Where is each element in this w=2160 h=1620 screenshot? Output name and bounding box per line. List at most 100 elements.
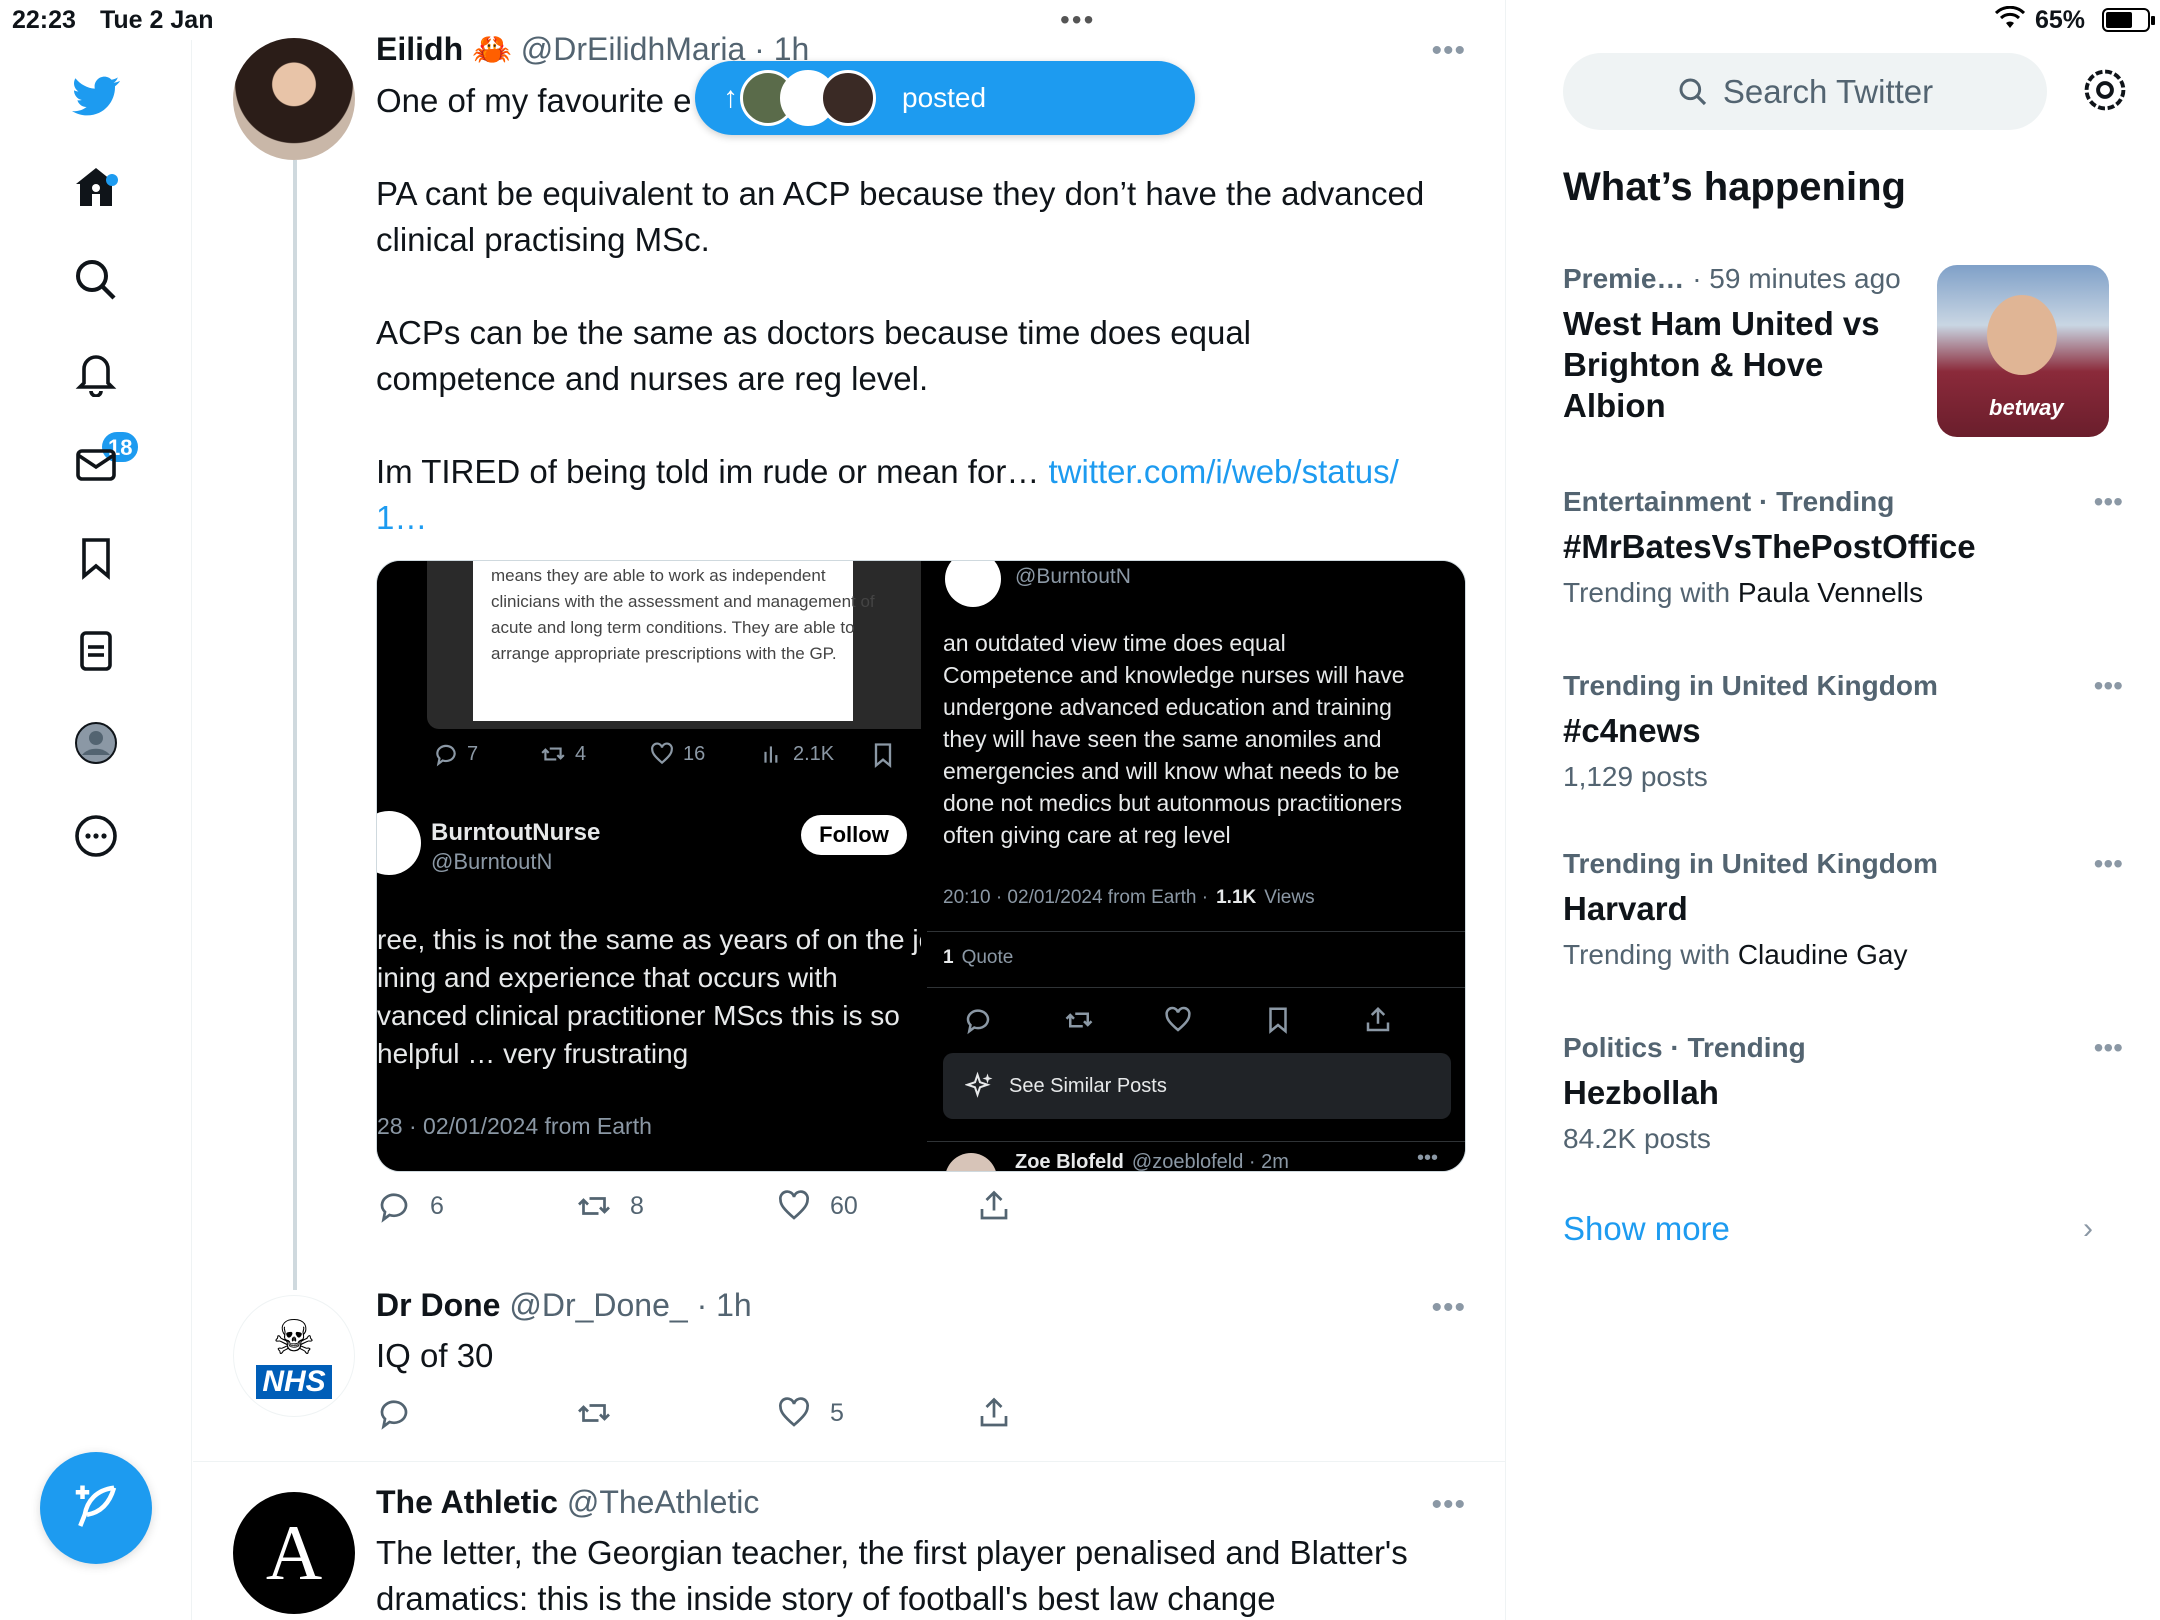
embedded-right-body: an outdated view time does equal Compete… bbox=[943, 630, 1405, 848]
trend-item[interactable]: Politics · Trending Hezbollah 84.2K post… bbox=[1563, 1032, 2123, 1155]
thread-line bbox=[293, 160, 297, 1290]
trend-item[interactable]: Entertainment · Trending #MrBatesVsThePo… bbox=[1563, 486, 2123, 609]
player-face bbox=[1987, 295, 2057, 375]
more-options-icon[interactable] bbox=[68, 808, 124, 864]
reply-button[interactable] bbox=[376, 1395, 412, 1431]
tweet-time: · 1h bbox=[696, 1287, 752, 1323]
media-image-left[interactable]: means they are able to work as independe… bbox=[377, 561, 921, 1171]
twitter-logo-icon[interactable] bbox=[68, 68, 124, 124]
embedded-right-meta: 20:10 · 02/01/2024 from Earth · 1.1K Vie… bbox=[943, 887, 1315, 909]
media-image-right[interactable]: @BurntoutN an outdated view time does eq… bbox=[927, 561, 1465, 1172]
author-handle[interactable]: @DrEilidhMaria bbox=[521, 31, 746, 67]
trend-item[interactable]: Premie… · 59 minutes ago West Ham United… bbox=[1563, 263, 1943, 426]
trend-more-icon[interactable]: ••• bbox=[2094, 670, 2123, 702]
divider bbox=[927, 987, 1465, 988]
embedded-top-handle: @BurntoutN bbox=[1015, 565, 1131, 588]
tweet-more-icon[interactable]: ••• bbox=[1431, 1291, 1466, 1325]
embedded-replies: 7 bbox=[467, 742, 479, 765]
tweet-more-icon[interactable]: ••• bbox=[1431, 1488, 1466, 1522]
like-button[interactable]: 60 bbox=[776, 1188, 858, 1224]
tweet-the-athletic[interactable]: A The Athletic @TheAthletic ••• The lett… bbox=[193, 1462, 1505, 1620]
avatar-dr-done[interactable]: ☠ NHS bbox=[233, 1295, 355, 1417]
trend-thumbnail-image[interactable]: betway bbox=[1937, 265, 2109, 437]
reply-icon bbox=[436, 744, 456, 767]
zoe-avatar bbox=[945, 1153, 997, 1171]
embedded-views: 2.1K bbox=[793, 742, 835, 765]
search-placeholder: Search Twitter bbox=[1722, 72, 1934, 110]
trend-item[interactable]: Trending in United Kingdom #c4news 1,129… bbox=[1563, 670, 2123, 793]
trend-sub-name: Claudine Gay bbox=[1737, 939, 1908, 970]
share-icon bbox=[980, 1190, 1008, 1220]
embedded-right-views-label: Views bbox=[1264, 887, 1315, 908]
author-handle[interactable]: @Dr_Done_ bbox=[509, 1287, 687, 1323]
trend-topic: #c4news bbox=[1563, 712, 1701, 749]
share-button[interactable] bbox=[976, 1188, 1012, 1224]
heart-icon bbox=[779, 1190, 809, 1220]
author-name[interactable]: The Athletic bbox=[376, 1484, 558, 1520]
paper-text: means they are able to work as independe… bbox=[491, 566, 875, 663]
retweet-icon bbox=[578, 1197, 610, 1215]
embedded-retweet-icon bbox=[1065, 1012, 1093, 1028]
embedded-reply-stat: 7 bbox=[433, 741, 478, 767]
trend-more-icon[interactable]: ••• bbox=[2094, 1032, 2123, 1064]
trend-category: Trending in United Kingdom bbox=[1563, 670, 1938, 701]
heart-icon bbox=[651, 742, 673, 765]
like-button[interactable]: 5 bbox=[776, 1395, 844, 1431]
tweet-text-p4: Im TIRED of being told im rude or mean f… bbox=[376, 449, 1456, 541]
trend-sub-name: Paula Vennells bbox=[1737, 577, 1924, 608]
timeline: Eilidh 🦀 @DrEilidhMaria · 1h ••• One of … bbox=[193, 0, 1506, 1620]
settings-gear-icon[interactable] bbox=[2079, 64, 2131, 116]
embedded-share-icon bbox=[1366, 1006, 1390, 1032]
chevron-right-icon[interactable]: › bbox=[2083, 1212, 2093, 1246]
tweet-link-cont[interactable]: 1… bbox=[376, 499, 427, 536]
embedded-like-stat: 16 bbox=[649, 741, 705, 767]
tweet-more-icon[interactable]: ••• bbox=[1431, 34, 1466, 68]
profile-avatar-icon[interactable] bbox=[68, 715, 124, 771]
share-button[interactable] bbox=[976, 1395, 1012, 1431]
home-new-dot bbox=[106, 174, 118, 186]
tweet-link[interactable]: twitter.com/i/web/status/ bbox=[1049, 453, 1399, 490]
tweet-text-p4-body: Im TIRED of being told im rude or mean f… bbox=[376, 453, 1040, 490]
embedded-author-handle: @BurntoutN bbox=[431, 849, 553, 874]
embedded-reply-icon bbox=[966, 1009, 990, 1035]
search-icon bbox=[1679, 78, 1706, 105]
retweet-button[interactable] bbox=[576, 1395, 612, 1431]
bookmarks-icon[interactable] bbox=[68, 530, 124, 586]
tweet-media-grid[interactable]: means they are able to work as independe… bbox=[376, 560, 1466, 1172]
trend-more-icon[interactable]: ••• bbox=[2094, 848, 2123, 880]
author-handle[interactable]: @TheAthletic bbox=[567, 1484, 760, 1520]
trend-sub-prefix: Trending with bbox=[1563, 939, 1731, 970]
embedded-right-views-count: 1.1K bbox=[1216, 887, 1257, 908]
trend-time: · 59 minutes ago bbox=[1692, 263, 1901, 294]
trend-more-icon[interactable]: ••• bbox=[2094, 486, 2123, 518]
new-posts-pill[interactable]: ↑ posted bbox=[695, 61, 1195, 135]
notifications-bell-icon[interactable] bbox=[68, 345, 124, 401]
author-name[interactable]: Eilidh bbox=[376, 31, 463, 67]
reply-button[interactable]: 6 bbox=[376, 1188, 444, 1224]
search-input[interactable]: Search Twitter bbox=[1563, 53, 2047, 130]
embedded-bookmark-icon bbox=[874, 743, 892, 768]
sponsor-text: betway bbox=[1989, 395, 2064, 420]
trend-item[interactable]: Trending in United Kingdom Harvard Trend… bbox=[1563, 848, 2123, 971]
avatar-the-athletic[interactable]: A bbox=[233, 1492, 355, 1614]
avatar-eilidh[interactable] bbox=[233, 38, 355, 160]
messages-envelope-icon[interactable] bbox=[68, 437, 124, 493]
retweet-button[interactable]: 8 bbox=[576, 1188, 644, 1224]
tweet-eilidh[interactable]: Eilidh 🦀 @DrEilidhMaria · 1h ••• One of … bbox=[193, 0, 1505, 1290]
trend-topic: Hezbollah bbox=[1563, 1074, 1719, 1111]
show-more-link[interactable]: Show more bbox=[1563, 1210, 1730, 1248]
home-icon[interactable] bbox=[68, 160, 124, 216]
compose-tweet-button[interactable] bbox=[40, 1452, 152, 1564]
trend-category: Premie… bbox=[1563, 263, 1685, 294]
next-post-name: Zoe Blofeld bbox=[1015, 1151, 1124, 1172]
author-name[interactable]: Dr Done bbox=[376, 1287, 500, 1323]
lists-icon[interactable] bbox=[68, 623, 124, 679]
posted-avatar-3 bbox=[820, 70, 876, 126]
compose-feather-icon bbox=[75, 1485, 117, 1527]
search-icon[interactable] bbox=[68, 252, 124, 308]
paper-screenshot-text: means they are able to work as independe… bbox=[473, 561, 875, 721]
reply-icon bbox=[380, 1400, 408, 1430]
embedded-body-text: ree, this is not the same as years of on… bbox=[377, 924, 921, 1069]
tweet-actions: 6 8 60 bbox=[376, 1188, 1136, 1232]
tweet-dr-done[interactable]: ☠ NHS Dr Done @Dr_Done_ · 1h ••• IQ of 3… bbox=[193, 1265, 1505, 1465]
